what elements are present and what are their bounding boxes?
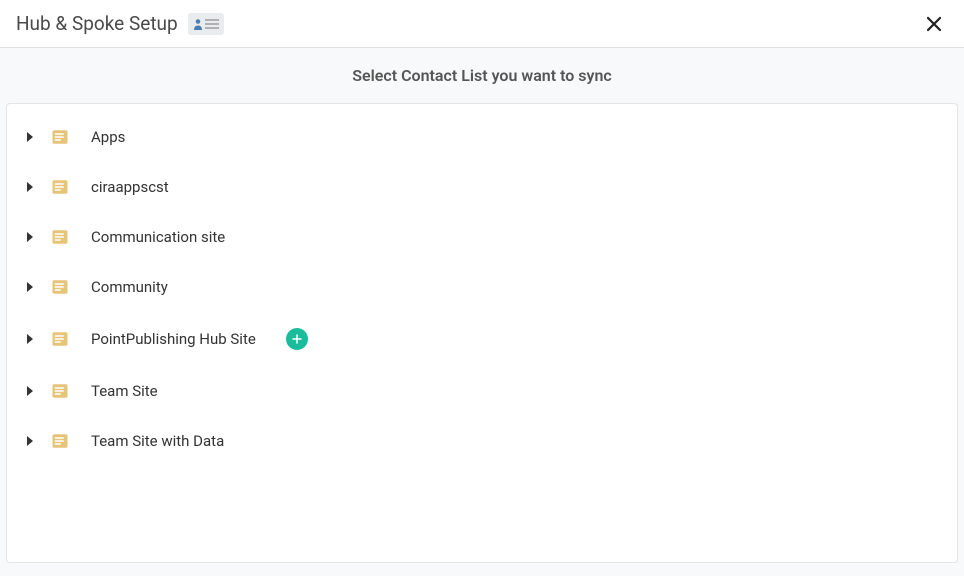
folder-icon — [51, 128, 69, 146]
tree-item-label: Apps — [91, 128, 125, 146]
contact-list-icon — [188, 13, 224, 35]
folder-icon — [51, 382, 69, 400]
tree-item-3[interactable]: Community — [7, 262, 957, 312]
header-left: Hub & Spoke Setup — [16, 12, 224, 35]
folder-icon — [51, 278, 69, 296]
close-icon — [925, 15, 943, 33]
tree-item-label: Community — [91, 278, 168, 296]
expand-arrow-icon[interactable] — [27, 282, 33, 292]
tree-item-6[interactable]: Team Site with Data — [7, 416, 957, 466]
tree-item-2[interactable]: Communication site — [7, 212, 957, 262]
expand-arrow-icon[interactable] — [27, 334, 33, 344]
tree-item-label: ciraappscst — [91, 178, 169, 196]
add-button[interactable] — [286, 328, 308, 350]
close-button[interactable] — [920, 10, 948, 38]
expand-arrow-icon[interactable] — [27, 436, 33, 446]
tree-item-5[interactable]: Team Site — [7, 366, 957, 416]
tree-item-1[interactable]: ciraappscst — [7, 162, 957, 212]
plus-icon — [291, 333, 303, 345]
tree-item-0[interactable]: Apps — [7, 112, 957, 162]
tree-item-label: Team Site — [91, 382, 158, 400]
page-title: Hub & Spoke Setup — [16, 12, 178, 35]
folder-icon — [51, 330, 69, 348]
folder-icon — [51, 228, 69, 246]
expand-arrow-icon[interactable] — [27, 182, 33, 192]
header-bar: Hub & Spoke Setup — [0, 0, 964, 48]
folder-icon — [51, 178, 69, 196]
folder-icon — [51, 432, 69, 450]
tree-item-label: PointPublishing Hub Site — [91, 330, 256, 348]
tree-item-label: Communication site — [91, 228, 225, 246]
tree-panel: Apps ciraappscst Communication site — [6, 103, 958, 563]
expand-arrow-icon[interactable] — [27, 132, 33, 142]
tree-item-4[interactable]: PointPublishing Hub Site — [7, 312, 957, 366]
expand-arrow-icon[interactable] — [27, 386, 33, 396]
tree-item-label: Team Site with Data — [91, 432, 224, 450]
expand-arrow-icon[interactable] — [27, 232, 33, 242]
instruction-text: Select Contact List you want to sync — [0, 48, 964, 103]
